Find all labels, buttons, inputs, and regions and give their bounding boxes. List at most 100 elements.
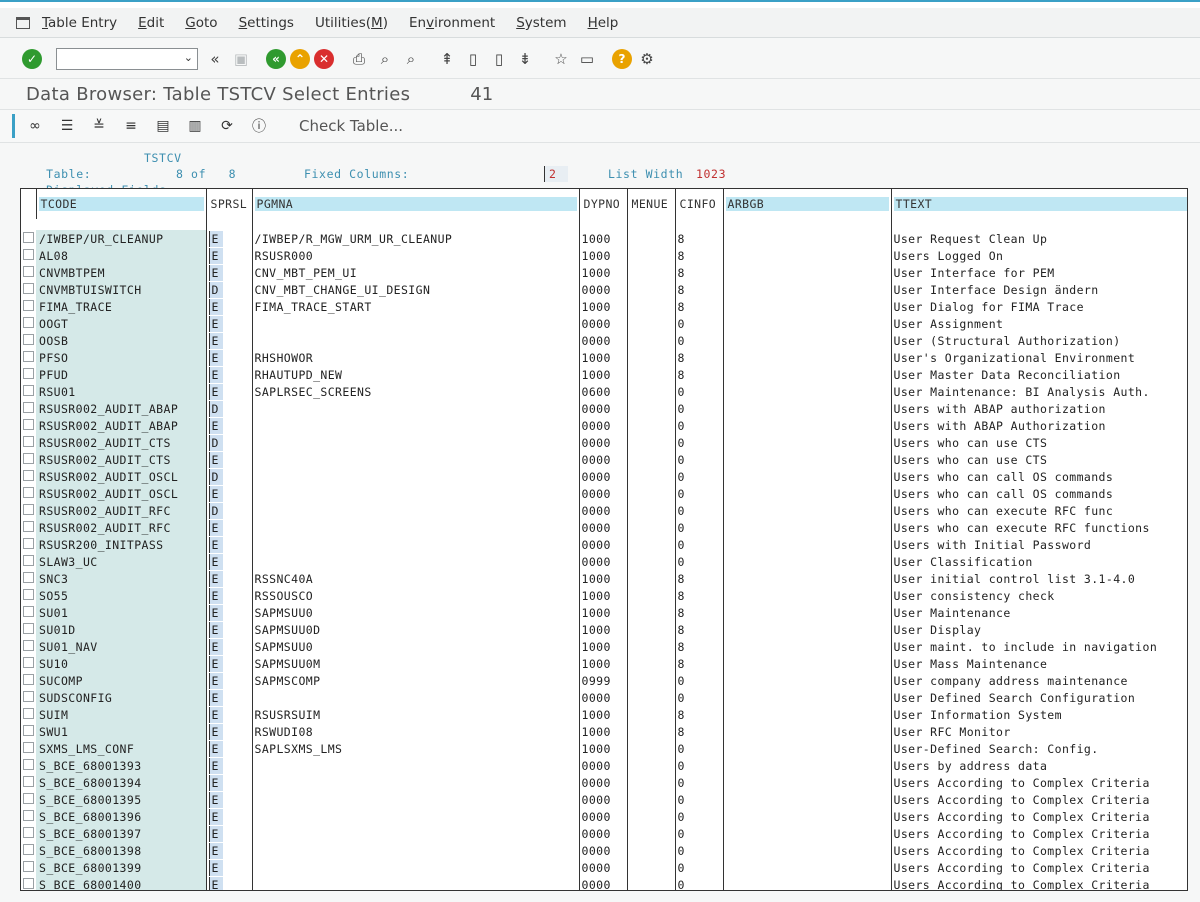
cell-menue[interactable] xyxy=(627,400,676,417)
cell-dypno[interactable]: 0000 xyxy=(579,451,628,468)
cell-cinfo[interactable]: 0 xyxy=(675,451,724,468)
table-row[interactable]: S_BCE_68001398 E 0000 0 Users According to C… xyxy=(21,842,1187,859)
cell-tcode[interactable]: S_BCE_68001393 xyxy=(36,757,207,774)
row-checkbox[interactable] xyxy=(23,487,34,498)
cell-cinfo[interactable]: 0 xyxy=(675,740,724,757)
cell-cinfo[interactable]: 8 xyxy=(675,706,724,723)
cell-menue[interactable] xyxy=(627,298,676,315)
cell-sprsl[interactable]: E xyxy=(206,587,253,604)
row-selector[interactable] xyxy=(21,451,36,468)
cell-sprsl[interactable]: D xyxy=(206,468,253,485)
cell-arbgb[interactable] xyxy=(723,842,892,859)
table-row[interactable]: RSUSR002_AUDIT_OSCL D 0000 0 Users who can c… xyxy=(21,468,1187,485)
cell-cinfo[interactable]: 0 xyxy=(675,468,724,485)
cell-dypno[interactable]: 0000 xyxy=(579,502,628,519)
menu-edit[interactable]: Edit xyxy=(138,15,164,31)
cell-arbgb[interactable] xyxy=(723,349,892,366)
details-icon[interactable]: ☰ xyxy=(57,116,77,136)
column-header-menue[interactable]: MENUE xyxy=(627,189,676,219)
cell-dypno[interactable]: 1000 xyxy=(579,706,628,723)
row-checkbox[interactable] xyxy=(23,691,34,702)
cell-sprsl[interactable]: E xyxy=(206,349,253,366)
row-selector[interactable] xyxy=(21,417,36,434)
cell-menue[interactable] xyxy=(627,604,676,621)
cell-sprsl[interactable]: E xyxy=(206,774,253,791)
cell-tcode[interactable]: S_BCE_68001395 xyxy=(36,791,207,808)
cell-dypno[interactable]: 0000 xyxy=(579,332,628,349)
row-checkbox[interactable] xyxy=(23,793,34,804)
row-checkbox[interactable] xyxy=(23,606,34,617)
table-row[interactable]: CNVMBTPEM E CNV_MBT_PEM_UI 1000 8 User Interf… xyxy=(21,264,1187,281)
table-row[interactable]: S_BCE_68001397 E 0000 0 Users According to C… xyxy=(21,825,1187,842)
cell-dypno[interactable]: 0000 xyxy=(579,485,628,502)
cell-dypno[interactable]: 1000 xyxy=(579,655,628,672)
cell-ttext[interactable]: User (Structural Authorization) xyxy=(891,332,1187,349)
cell-menue[interactable] xyxy=(627,451,676,468)
row-selector[interactable] xyxy=(21,859,36,876)
cell-tcode[interactable]: SUIM xyxy=(36,706,207,723)
cell-arbgb[interactable] xyxy=(723,366,892,383)
cell-ttext[interactable]: Users According to Complex Criteria xyxy=(891,791,1187,808)
row-checkbox[interactable] xyxy=(23,827,34,838)
cell-pgmna[interactable] xyxy=(252,468,580,485)
cell-sprsl[interactable]: E xyxy=(206,519,253,536)
cell-sprsl[interactable]: E xyxy=(206,451,253,468)
cell-tcode[interactable]: SU01_NAV xyxy=(36,638,207,655)
cell-sprsl[interactable]: D xyxy=(206,434,253,451)
menu-system-icon[interactable] xyxy=(16,16,30,29)
menu-help[interactable]: Help xyxy=(588,15,619,31)
cell-menue[interactable] xyxy=(627,706,676,723)
cell-arbgb[interactable] xyxy=(723,332,892,349)
table-row[interactable]: RSUSR002_AUDIT_CTS D 0000 0 Users who can us… xyxy=(21,434,1187,451)
table-row[interactable]: S_BCE_68001400 E 0000 0 Users According to C… xyxy=(21,876,1187,890)
create-shortcut-icon[interactable]: ▭ xyxy=(576,48,598,70)
cell-tcode[interactable]: RSUSR002_AUDIT_RFC xyxy=(36,519,207,536)
cell-arbgb[interactable] xyxy=(723,774,892,791)
cell-ttext[interactable]: Users with Initial Password xyxy=(891,536,1187,553)
cell-pgmna[interactable] xyxy=(252,485,580,502)
cell-tcode[interactable]: SO55 xyxy=(36,587,207,604)
cell-dypno[interactable]: 0000 xyxy=(579,859,628,876)
cell-tcode[interactable]: RSUSR002_AUDIT_OSCL xyxy=(36,468,207,485)
cell-pgmna[interactable] xyxy=(252,434,580,451)
cell-menue[interactable] xyxy=(627,281,676,298)
row-checkbox[interactable] xyxy=(23,572,34,583)
row-checkbox[interactable] xyxy=(23,555,34,566)
cell-pgmna[interactable] xyxy=(252,417,580,434)
row-checkbox[interactable] xyxy=(23,368,34,379)
table-row[interactable]: /IWBEP/UR_CLEANUP E/IWBEP/R_MGW_URM_UR_CL… xyxy=(21,230,1187,247)
cell-arbgb[interactable] xyxy=(723,825,892,842)
select-all-icon[interactable]: ▤ xyxy=(153,116,173,136)
table-row[interactable]: SO55 E RSSOUSCO 1000 8 User consistency check xyxy=(21,587,1187,604)
cell-sprsl[interactable]: E xyxy=(206,621,253,638)
cell-sprsl[interactable]: E xyxy=(206,570,253,587)
cell-arbgb[interactable] xyxy=(723,604,892,621)
cell-tcode[interactable]: S_BCE_68001398 xyxy=(36,842,207,859)
cell-ttext[interactable]: User initial control list 3.1-4.0 xyxy=(891,570,1187,587)
row-selector[interactable] xyxy=(21,264,36,281)
cell-ttext[interactable]: User Assignment xyxy=(891,315,1187,332)
cell-tcode[interactable]: SUDSCONFIG xyxy=(36,689,207,706)
cell-cinfo[interactable]: 8 xyxy=(675,366,724,383)
cell-ttext[interactable]: Users with ABAP authorization xyxy=(891,400,1187,417)
cell-ttext[interactable]: User's Organizational Environment xyxy=(891,349,1187,366)
column-header-sprsl[interactable]: SPRSL xyxy=(206,189,253,219)
table-row[interactable]: OOSB E 0000 0 User (Structural Authorization… xyxy=(21,332,1187,349)
cell-tcode[interactable]: RSUSR002_AUDIT_CTS xyxy=(36,434,207,451)
cell-menue[interactable] xyxy=(627,859,676,876)
cell-cinfo[interactable]: 0 xyxy=(675,553,724,570)
table-row[interactable]: RSUSR002_AUDIT_ABAP E 0000 0 Users with ABAP… xyxy=(21,417,1187,434)
table-row[interactable]: SUDSCONFIG E 0000 0 User Defined Search Conf… xyxy=(21,689,1187,706)
cell-ttext[interactable]: Users Logged On xyxy=(891,247,1187,264)
row-selector[interactable] xyxy=(21,825,36,842)
help-icon[interactable]: ? xyxy=(612,48,632,69)
cell-tcode[interactable]: CNVMBTUISWITCH xyxy=(36,281,207,298)
cell-pgmna[interactable] xyxy=(252,451,580,468)
cell-tcode[interactable]: S_BCE_68001396 xyxy=(36,808,207,825)
cell-tcode[interactable]: RSUSR002_AUDIT_RFC xyxy=(36,502,207,519)
cell-menue[interactable] xyxy=(627,876,676,890)
row-selector[interactable] xyxy=(21,315,36,332)
cell-cinfo[interactable]: 8 xyxy=(675,723,724,740)
cell-cinfo[interactable]: 0 xyxy=(675,825,724,842)
display-glasses-icon[interactable]: ∞ xyxy=(25,116,45,136)
